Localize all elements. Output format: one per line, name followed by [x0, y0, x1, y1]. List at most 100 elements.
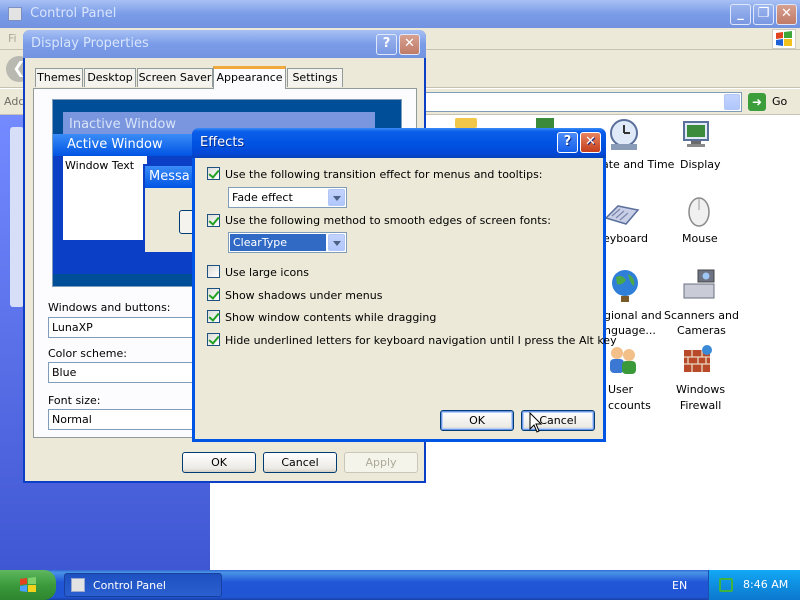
cp-icon-label: eyboard — [603, 232, 649, 245]
start-button[interactable] — [0, 570, 56, 600]
mouse-cursor-icon — [529, 412, 543, 433]
tab-appearance[interactable]: Appearance — [213, 66, 286, 89]
display-properties-titlebar[interactable]: Display Properties ? ✕ — [23, 30, 426, 58]
address-dropdown-arrow[interactable] — [724, 94, 740, 110]
address-input[interactable] — [424, 92, 742, 112]
tab-desktop[interactable]: Desktop — [84, 68, 136, 87]
tab-label: Settings — [292, 71, 338, 84]
large-icons-label: Use large icons — [225, 266, 309, 279]
globe-icon — [612, 270, 638, 302]
drag-contents-label: Show window contents while dragging — [225, 311, 437, 324]
cp-icon-date-time[interactable]: ate and Time — [597, 118, 677, 174]
control-panel-title: Control Panel — [30, 6, 117, 21]
hide-underline-label: Hide underlined letters for keyboard nav… — [225, 334, 617, 347]
tab-label: Screen Saver — [138, 71, 212, 84]
font-size-label: Font size: — [48, 394, 101, 407]
cp-icon-firewall[interactable]: Windows Firewall — [668, 344, 728, 414]
taskbar: Control Panel EN 8:46 AM — [0, 570, 800, 600]
cp-icon-label: Scanners and Cameras — [664, 309, 739, 337]
large-icons-checkbox[interactable] — [207, 265, 220, 278]
cp-icon-label: User ccounts — [608, 383, 651, 412]
partial-app-icon — [536, 118, 554, 128]
tab-settings[interactable]: Settings — [287, 68, 343, 87]
effects-titlebar[interactable]: Effects ? ✕ — [192, 128, 606, 158]
cp-icon-label: Mouse — [682, 232, 718, 245]
cp-icon-display[interactable]: Display — [668, 118, 728, 174]
effects-title: Effects — [200, 135, 245, 150]
preview-active-title: Active Window — [67, 137, 163, 152]
task-pane-panel — [10, 127, 24, 307]
transition-label: Use the following transition effect for … — [225, 168, 543, 181]
cp-icon-keyboard[interactable]: eyboard — [600, 196, 670, 252]
display-icon — [683, 121, 709, 147]
transition-select[interactable]: Fade effect — [228, 187, 347, 208]
drag-contents-checkbox[interactable] — [207, 310, 220, 323]
taskbar-task-control-panel[interactable]: Control Panel — [64, 573, 222, 597]
firewall-icon — [684, 345, 712, 372]
maximize-button[interactable]: ❐ — [753, 4, 774, 25]
select-value: Blue — [52, 366, 77, 379]
dropdown-arrow-icon — [328, 189, 345, 206]
go-label: Go — [772, 95, 788, 108]
preview-window-body: Window Text — [63, 156, 147, 240]
smooth-fonts-checkbox[interactable] — [207, 214, 220, 227]
button-label: Apply — [365, 456, 397, 469]
preview-message-title: Messa — [149, 169, 190, 184]
apply-button[interactable]: Apply — [344, 452, 418, 473]
close-button[interactable]: ✕ — [776, 4, 797, 25]
smooth-fonts-label: Use the following method to smooth edges… — [225, 214, 551, 227]
tab-label: Desktop — [87, 71, 133, 84]
menu-file[interactable]: Fi — [8, 32, 17, 45]
cp-icon-scanners[interactable]: Scanners and Cameras — [660, 268, 740, 338]
effects-ok-button[interactable]: OK — [440, 410, 514, 431]
cancel-button[interactable]: Cancel — [263, 452, 337, 473]
effects-dialog: Effects ? ✕ Use the following transition… — [192, 128, 617, 442]
button-label: OK — [211, 456, 227, 469]
tab-themes[interactable]: Themes — [35, 68, 83, 87]
close-button[interactable]: ✕ — [399, 34, 420, 55]
windows-logo-icon — [772, 29, 796, 49]
cp-icon-mouse[interactable]: Mouse — [672, 192, 726, 252]
preview-window-text: Window Text — [65, 159, 135, 172]
tab-screen-saver[interactable]: Screen Saver — [137, 68, 213, 87]
windows-buttons-label: Windows and buttons: — [48, 301, 171, 314]
control-panel-task-icon — [71, 578, 85, 592]
cp-icon-label: Windows Firewall — [676, 383, 726, 412]
display-properties-title: Display Properties — [31, 36, 149, 51]
button-label: OK — [469, 414, 485, 427]
help-button[interactable]: ? — [376, 34, 397, 55]
smooth-fonts-select[interactable]: ClearType — [228, 232, 347, 253]
cp-icon-label: ate and Time — [602, 158, 675, 171]
go-button[interactable]: ➜ Go — [748, 92, 796, 112]
control-panel-app-icon — [8, 6, 22, 21]
minimize-button[interactable]: _ — [730, 4, 751, 25]
keyboard-icon — [604, 205, 640, 225]
tab-bar: Themes Desktop Screen Saver Appearance S… — [33, 66, 413, 89]
close-button[interactable]: ✕ — [580, 132, 601, 153]
transition-checkbox[interactable] — [207, 167, 220, 180]
partial-folder-icon — [455, 118, 477, 128]
select-value: LunaXP — [52, 321, 93, 334]
clock-icon — [610, 119, 638, 150]
button-label: Cancel — [539, 414, 577, 427]
mouse-icon — [688, 197, 710, 227]
network-tray-icon[interactable] — [719, 578, 733, 592]
ok-button[interactable]: OK — [182, 452, 256, 473]
select-value: Fade effect — [232, 191, 293, 204]
select-value: ClearType — [229, 233, 327, 252]
users-icon — [610, 347, 636, 374]
hide-underline-checkbox[interactable] — [207, 333, 220, 346]
tab-label: Themes — [37, 71, 81, 84]
go-arrow-icon: ➜ — [748, 93, 766, 111]
clock[interactable]: 8:46 AM — [743, 578, 788, 591]
cp-icon-label: Display — [680, 158, 721, 171]
button-label: Cancel — [281, 456, 319, 469]
control-panel-titlebar[interactable]: Control Panel _ ❐ ✕ — [0, 0, 800, 28]
scanner-icon — [683, 269, 715, 299]
system-tray: 8:46 AM — [708, 570, 800, 600]
cp-icon-user-accounts[interactable]: User ccounts — [602, 344, 672, 414]
tab-label: Appearance — [216, 71, 283, 84]
help-button[interactable]: ? — [557, 132, 578, 153]
menu-shadows-checkbox[interactable] — [207, 288, 220, 301]
language-indicator[interactable]: EN — [672, 579, 687, 592]
